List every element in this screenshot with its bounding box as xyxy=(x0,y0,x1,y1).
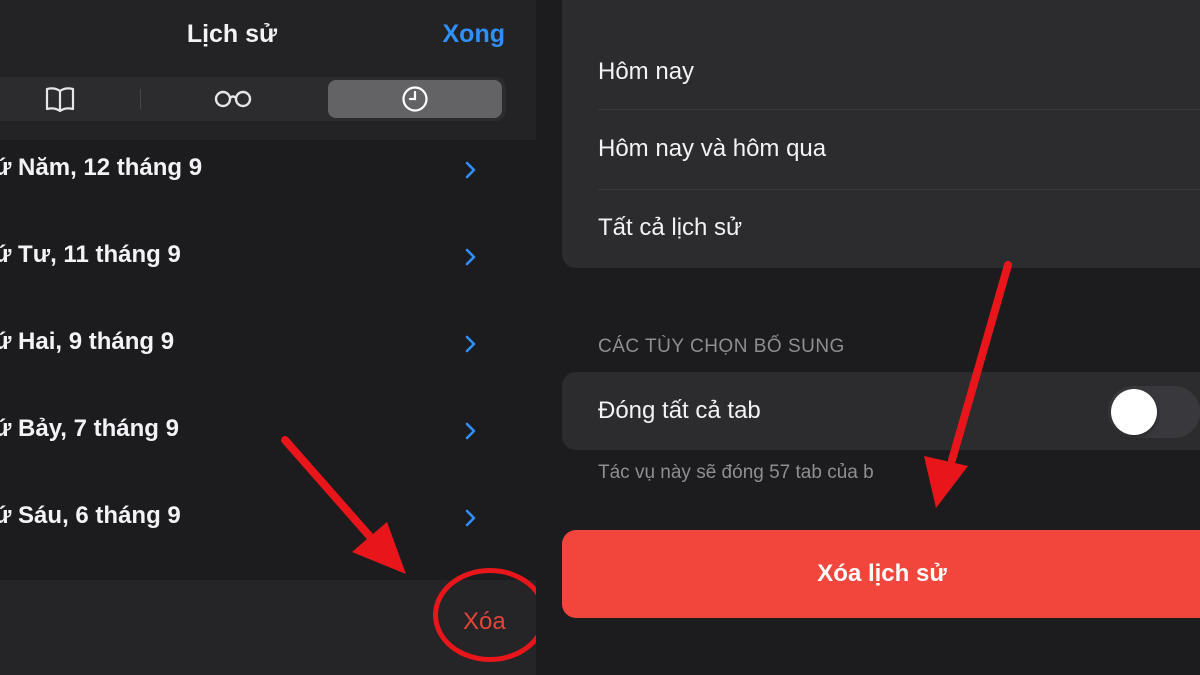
close-all-tabs-note: Tác vụ này sẽ đóng 57 tab của b xyxy=(598,462,874,483)
option-label: Hôm nay và hôm qua xyxy=(598,135,827,162)
toggle-knob xyxy=(1111,389,1157,435)
clear-history-label: Xóa lịch sử xyxy=(817,560,947,587)
history-day-row[interactable]: ứ Hai, 9 tháng 9 xyxy=(0,314,536,401)
history-day-row[interactable]: ứ Năm, 12 tháng 9 xyxy=(0,140,536,227)
view-segmented-control xyxy=(0,77,506,121)
history-day-label: ứ Bảy, 7 tháng 9 xyxy=(0,415,179,442)
chevron-right-icon xyxy=(465,422,476,440)
reading-glasses-icon xyxy=(214,90,251,108)
close-all-tabs-label: Đóng tất cả tab xyxy=(598,397,761,424)
book-icon xyxy=(45,87,75,112)
close-all-tabs-row: Đóng tất cả tab xyxy=(562,372,1200,450)
history-day-row[interactable]: ứ Bảy, 7 tháng 9 xyxy=(0,401,536,488)
chevron-right-icon xyxy=(465,161,476,179)
option-all-history[interactable]: Tất cả lịch sử xyxy=(562,190,1200,270)
history-title: Lịch sử xyxy=(186,20,278,48)
annotation-circle xyxy=(433,568,536,662)
option-label: Hôm nay xyxy=(598,58,695,85)
history-panel: Lịch sử Xong ứ Năm, 12 tháng 9 ứ Tư, 11 … xyxy=(0,0,536,675)
chevron-right-icon xyxy=(465,248,476,266)
option-today[interactable]: Hôm nay xyxy=(562,30,1200,110)
chevron-right-icon xyxy=(465,509,476,527)
history-header: Lịch sử Xong xyxy=(0,0,536,140)
section-header: CÁC TÙY CHỌN BỐ SUNG xyxy=(598,336,845,357)
history-day-label: ứ Hai, 9 tháng 9 xyxy=(0,328,175,355)
clear-history-button[interactable]: Xóa lịch sử xyxy=(562,530,1200,618)
tab-history[interactable] xyxy=(328,80,502,118)
chevron-right-icon xyxy=(465,335,476,353)
tab-bookmarks[interactable] xyxy=(0,80,140,118)
history-day-row[interactable]: ứ Tư, 11 tháng 9 xyxy=(0,227,536,314)
done-button[interactable]: Xong xyxy=(443,20,506,49)
history-day-row[interactable]: ứ Sáu, 6 tháng 9 xyxy=(0,488,536,575)
history-day-label: ứ Năm, 12 tháng 9 xyxy=(0,154,203,181)
option-today-and-yesterday[interactable]: Hôm nay và hôm qua xyxy=(562,110,1200,190)
tab-reading-list[interactable] xyxy=(140,80,325,118)
option-label: Tất cả lịch sử xyxy=(598,214,743,241)
clock-icon xyxy=(402,86,428,112)
clear-history-sheet: Hôm nay Hôm nay và hôm qua Tất cả lịch s… xyxy=(536,0,1200,675)
history-day-label: ứ Sáu, 6 tháng 9 xyxy=(0,502,181,529)
history-day-label: ứ Tư, 11 tháng 9 xyxy=(0,241,181,268)
close-all-tabs-toggle[interactable] xyxy=(1108,386,1200,438)
